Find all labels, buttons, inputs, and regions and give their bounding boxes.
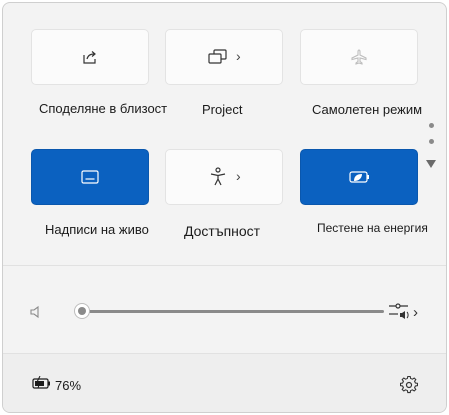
tile-label-nearby-share: Споделяне в близост [39, 101, 168, 116]
tile-label-live-captions: Надписи на живо [45, 222, 149, 237]
tile-label-energy-saver: Пестене на енергия [317, 221, 428, 235]
airplane-icon [350, 48, 368, 66]
tile-label-project: Project [202, 102, 243, 117]
gear-icon[interactable] [399, 375, 419, 399]
airplane-mode-tile[interactable] [300, 29, 418, 85]
divider [3, 265, 446, 266]
volume-slider-track[interactable] [81, 310, 384, 313]
quick-settings-panel: › Споделяне в близост Project Самолетен … [2, 2, 447, 413]
page-dot-2[interactable] [429, 139, 434, 144]
project-tile[interactable]: › [165, 29, 283, 85]
project-icon [208, 49, 228, 65]
energy-saver-tile[interactable] [300, 149, 418, 205]
speaker-icon[interactable] [29, 305, 43, 324]
battery-charging-icon[interactable] [32, 375, 52, 395]
accessibility-tile[interactable]: › [165, 149, 283, 205]
live-captions-tile[interactable] [31, 149, 149, 205]
page-dot-1[interactable] [429, 123, 434, 128]
audio-output-icon[interactable] [388, 301, 412, 328]
share-icon [81, 48, 99, 66]
chevron-right-icon[interactable]: › [236, 48, 241, 64]
tile-label-airplane-mode: Самолетен режим [312, 102, 423, 117]
tile-label-accessibility: Достъпност [184, 223, 261, 239]
accessibility-icon [209, 167, 227, 187]
chevron-right-icon[interactable]: › [413, 304, 418, 321]
energy-saver-icon [348, 170, 370, 184]
nearby-share-tile[interactable] [31, 29, 149, 85]
live-captions-icon [81, 170, 99, 184]
chevron-right-icon[interactable]: › [236, 168, 241, 184]
volume-slider-thumb[interactable] [74, 303, 90, 319]
battery-percent[interactable]: 76% [55, 378, 81, 393]
bottom-bar: 76% [3, 353, 446, 412]
page-down-icon[interactable] [426, 155, 436, 173]
